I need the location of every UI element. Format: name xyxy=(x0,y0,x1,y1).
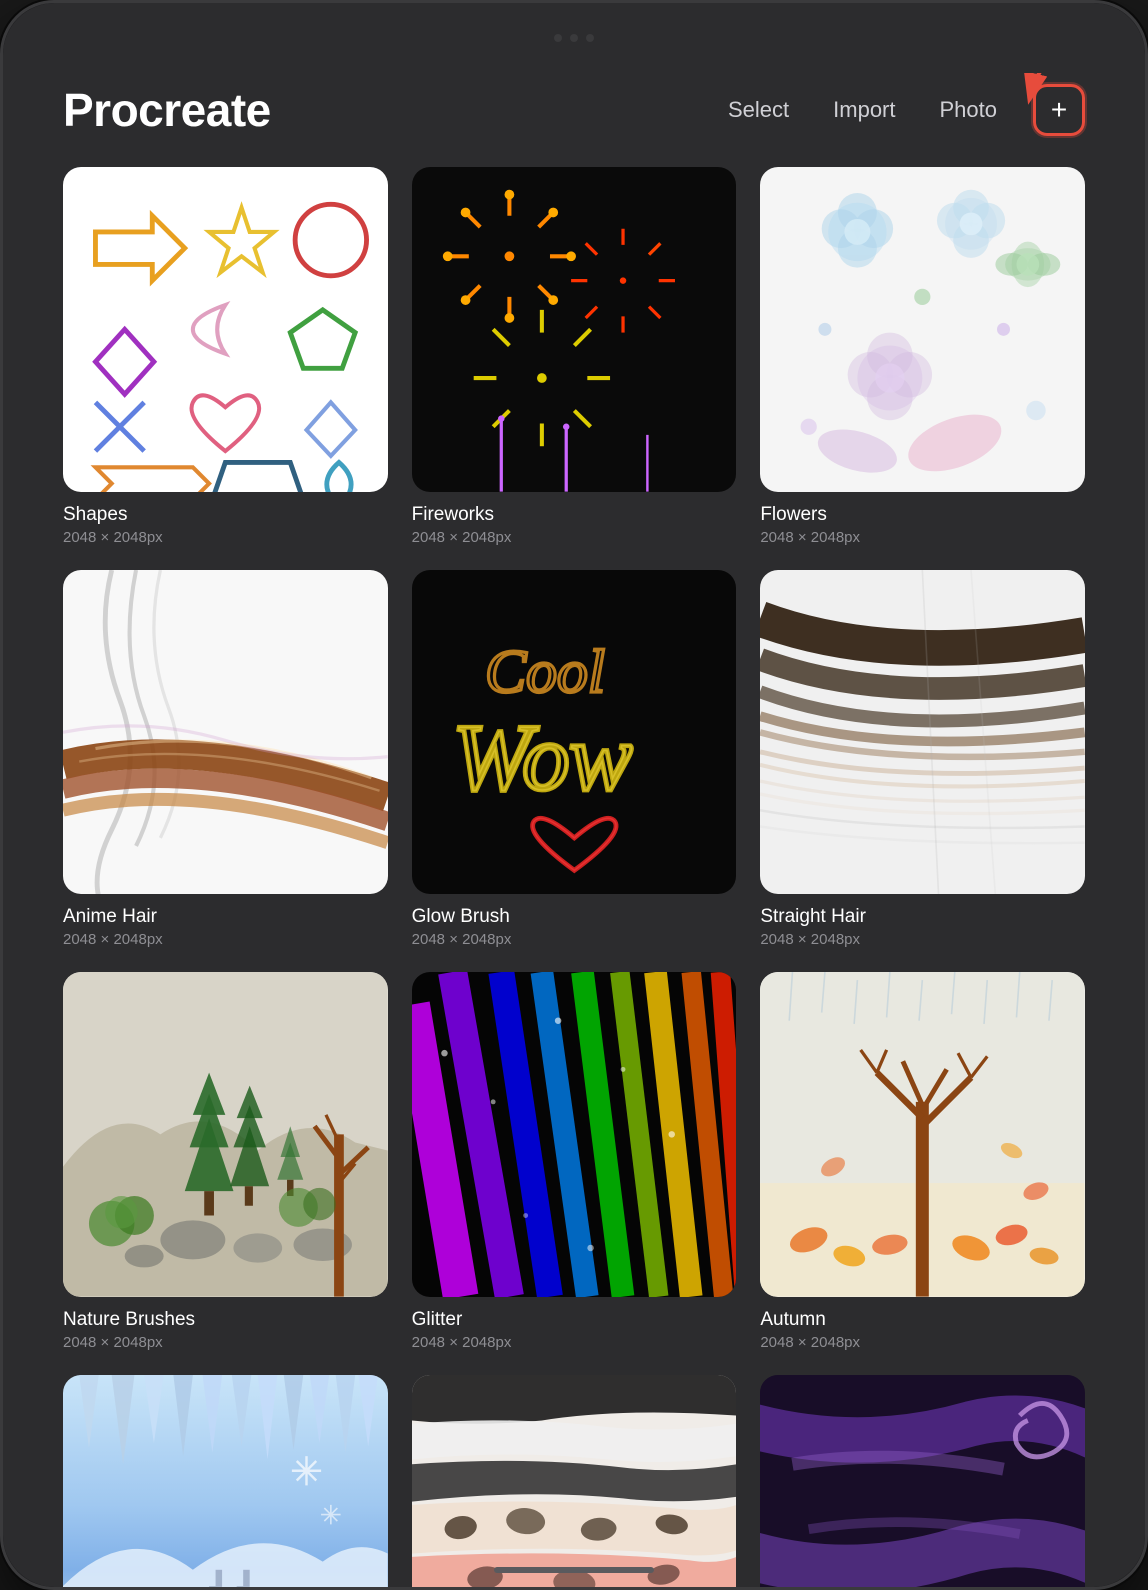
grid-item-fireworks[interactable]: Fireworks 2048 × 2048px xyxy=(412,167,737,546)
select-button[interactable]: Select xyxy=(720,93,797,127)
item-subtitle-straight-hair: 2048 × 2048px xyxy=(760,931,1085,948)
thumbnail-brick-animal xyxy=(412,1375,737,1587)
item-title-glow-brush: Glow Brush xyxy=(412,906,737,928)
grid-item-glow-brush[interactable]: Cool Wow Wow Glow Brush 2048 × 2048px xyxy=(412,570,737,949)
item-title-straight-hair: Straight Hair xyxy=(760,906,1085,928)
grid-item-straight-hair[interactable]: Straight Hair 2048 × 2048px xyxy=(760,570,1085,949)
artworks-grid: Shapes 2048 × 2048px xyxy=(63,167,1085,1587)
grid-item-glitter[interactable]: Glitter 2048 × 2048px xyxy=(412,972,737,1351)
thumbnail-winter-set xyxy=(63,1375,388,1587)
item-subtitle-shapes: 2048 × 2048px xyxy=(63,529,388,546)
thumbnail-anime-hair xyxy=(63,570,388,895)
grid-item-nature-brushes[interactable]: Nature Brushes 2048 × 2048px xyxy=(63,972,388,1351)
camera-area xyxy=(554,34,594,42)
item-title-glitter: Glitter xyxy=(412,1309,737,1331)
item-subtitle-autumn: 2048 × 2048px xyxy=(760,1334,1085,1351)
item-title-shapes: Shapes xyxy=(63,504,388,526)
item-subtitle-anime-hair: 2048 × 2048px xyxy=(63,931,388,948)
import-button[interactable]: Import xyxy=(825,93,903,127)
thumbnail-watercolor xyxy=(760,1375,1085,1587)
item-title-nature-brushes: Nature Brushes xyxy=(63,1309,388,1331)
item-title-autumn: Autumn xyxy=(760,1309,1085,1331)
thumbnail-shapes xyxy=(63,167,388,492)
thumbnail-nature-brushes xyxy=(63,972,388,1297)
grid-item-autumn[interactable]: Autumn 2048 × 2048px xyxy=(760,972,1085,1351)
thumbnail-autumn xyxy=(760,972,1085,1297)
device-frame: Procreate Select Import Photo + xyxy=(0,0,1148,1590)
thumbnail-straight-hair xyxy=(760,570,1085,895)
grid-item-winter-set[interactable]: Winter Set 2048 × 2048px xyxy=(63,1375,388,1587)
grid-item-shapes[interactable]: Shapes 2048 × 2048px xyxy=(63,167,388,546)
item-subtitle-fireworks: 2048 × 2048px xyxy=(412,529,737,546)
header-actions: Select Import Photo + xyxy=(720,84,1085,136)
grid-item-flowers[interactable]: Flowers 2048 × 2048px xyxy=(760,167,1085,546)
item-title-fireworks: Fireworks xyxy=(412,504,737,526)
thumbnail-flowers xyxy=(760,167,1085,492)
camera-dot-3 xyxy=(586,34,594,42)
header: Procreate Select Import Photo + xyxy=(63,73,1085,137)
add-canvas-button[interactable]: + xyxy=(1033,84,1085,136)
svg-text:Cool: Cool xyxy=(485,637,605,705)
plus-icon: + xyxy=(1051,96,1067,124)
photo-button[interactable]: Photo xyxy=(932,93,1006,127)
app-title: Procreate xyxy=(63,83,271,137)
home-indicator[interactable] xyxy=(494,1567,654,1573)
device-screen: Procreate Select Import Photo + xyxy=(3,3,1145,1587)
item-subtitle-glitter: 2048 × 2048px xyxy=(412,1334,737,1351)
item-title-anime-hair: Anime Hair xyxy=(63,906,388,928)
thumbnail-glow-brush: Cool Wow Wow xyxy=(412,570,737,895)
svg-text:Wow: Wow xyxy=(452,706,632,810)
item-subtitle-nature-brushes: 2048 × 2048px xyxy=(63,1334,388,1351)
grid-item-brick-animal[interactable]: Brick & Animal Print 2048 × 2048px xyxy=(412,1375,737,1587)
thumbnail-fireworks xyxy=(412,167,737,492)
camera-dot-1 xyxy=(554,34,562,42)
thumbnail-glitter xyxy=(412,972,737,1297)
main-content: Procreate Select Import Photo + xyxy=(3,73,1145,1587)
top-bar xyxy=(3,3,1145,73)
item-title-flowers: Flowers xyxy=(760,504,1085,526)
grid-item-watercolor[interactable]: Watercolor 2048 × 2048px xyxy=(760,1375,1085,1587)
grid-item-anime-hair[interactable]: Anime Hair 2048 × 2048px xyxy=(63,570,388,949)
item-subtitle-glow-brush: 2048 × 2048px xyxy=(412,931,737,948)
item-subtitle-flowers: 2048 × 2048px xyxy=(760,529,1085,546)
camera-dot-2 xyxy=(570,34,578,42)
